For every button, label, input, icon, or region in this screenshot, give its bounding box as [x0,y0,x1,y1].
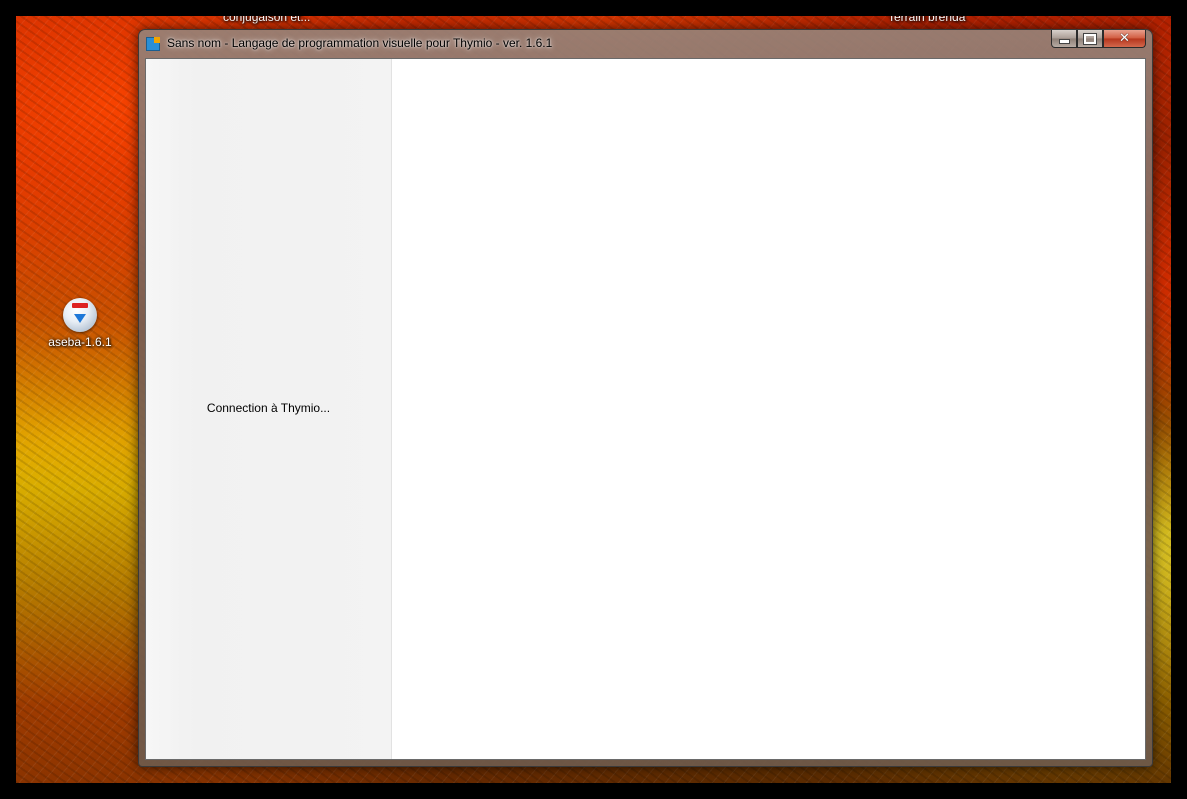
desktop-icon-label: aseba-1.6.1 [48,335,112,349]
desktop-icon-aseba[interactable]: aseba-1.6.1 [42,298,118,349]
window-controls: ✕ [1051,30,1146,49]
download-arrow-icon [74,314,86,323]
thymio-vpl-icon[interactable] [146,37,160,51]
minimize-icon [1058,39,1070,44]
maximize-icon [1083,32,1097,45]
close-icon: ✕ [1119,31,1130,46]
left-panel: Connection à Thymio... [146,59,392,759]
program-canvas[interactable] [392,59,1145,759]
close-button[interactable]: ✕ [1103,30,1146,48]
app-window: Sans nom - Langage de programmation visu… [138,29,1153,767]
desktop-icon-label-conjugaison[interactable]: conjugaison et... [223,16,310,24]
desktop-icon-label-terrain-brenda[interactable]: Terrain brenda [888,16,965,24]
disc-tag [72,303,88,308]
window-client-area: Connection à Thymio... [145,58,1146,760]
screen: conjugaison et... Terrain brenda aseba-1… [0,0,1187,799]
connection-status-text: Connection à Thymio... [206,401,331,415]
installer-disc-icon [63,298,97,332]
window-titlebar[interactable]: Sans nom - Langage de programmation visu… [139,30,1152,57]
minimize-button[interactable] [1051,30,1077,48]
window-title: Sans nom - Langage de programmation visu… [167,36,553,50]
maximize-button[interactable] [1077,30,1103,48]
